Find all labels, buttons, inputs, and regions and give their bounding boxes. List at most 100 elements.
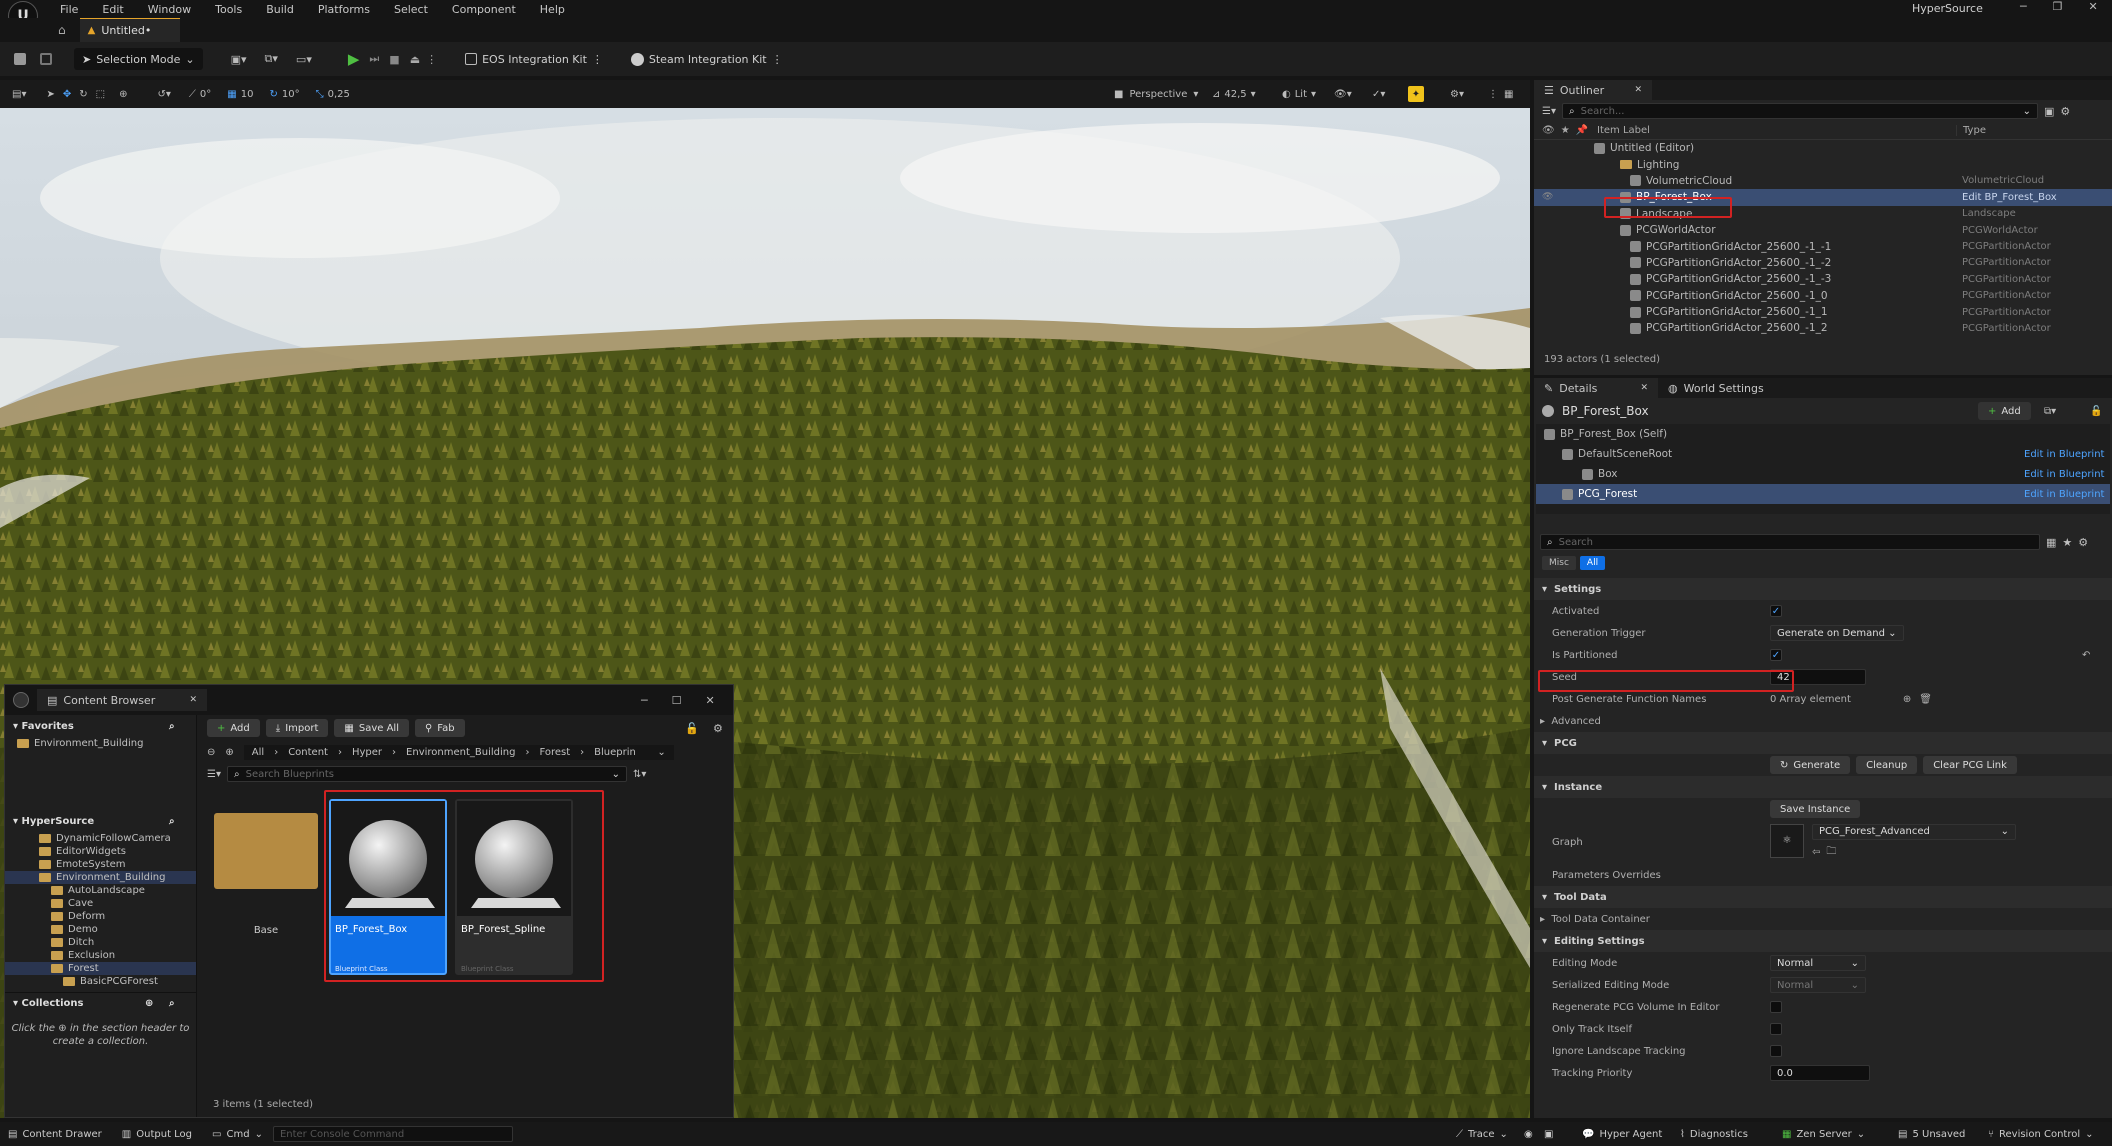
selection-mode-button[interactable]: ➤ Selection Mode ⌄ xyxy=(74,48,203,70)
path-segment[interactable]: Environment_Building xyxy=(406,747,515,758)
section-pcg[interactable]: ▾ PCG xyxy=(1534,732,2112,754)
path-segment[interactable]: Forest xyxy=(539,747,570,758)
clear-pcg-link-button[interactable]: Clear PCG Link xyxy=(1923,756,2017,774)
play-icon[interactable]: ▶ xyxy=(348,50,360,68)
graph-thumbnail-icon[interactable]: ⚛ xyxy=(1770,823,1804,858)
viewport-more-icon[interactable]: ⋮ xyxy=(1488,89,1498,100)
chevron-down-icon[interactable]: ⌄ xyxy=(657,747,665,758)
favorite-item[interactable]: Environment_Building xyxy=(5,737,196,750)
menu-file[interactable]: File xyxy=(60,3,78,16)
outliner-row-type[interactable]: Edit BP_Forest_Box xyxy=(1962,192,2057,203)
filter-icon[interactable]: ☰▾ xyxy=(1542,106,1556,117)
is-partitioned-checkbox[interactable]: ✓ xyxy=(1770,649,1782,661)
path-segment[interactable]: All xyxy=(252,747,264,758)
eject-icon[interactable]: ⏏ xyxy=(410,53,420,66)
perspective-dropdown[interactable]: ■ Perspective ▾ xyxy=(1114,89,1198,100)
folder-tree-item[interactable]: Environment_Building xyxy=(5,871,196,884)
output-log-button[interactable]: ▥ Output Log xyxy=(122,1129,192,1140)
bookmark-star-icon[interactable]: ✦ xyxy=(1408,86,1424,102)
search-icon[interactable]: ⌕ xyxy=(169,721,175,732)
menu-platforms[interactable]: Platforms xyxy=(318,3,370,16)
outliner-row[interactable]: PCGPartitionGridActor_25600_-1_-2 PCGPart… xyxy=(1534,255,2112,271)
scale-icon[interactable]: ⬚ xyxy=(96,89,105,100)
rotate-icon[interactable]: ↻ xyxy=(79,89,87,100)
filter-icon[interactable]: ☰▾ xyxy=(207,769,221,780)
folder-asset[interactable]: Base xyxy=(211,799,321,969)
editing-mode-dropdown[interactable]: Normal ⌄ xyxy=(1770,955,1866,971)
path-segment[interactable]: Hyper xyxy=(352,747,382,758)
scale-snap-icon[interactable]: ⤡ xyxy=(316,89,324,100)
add-actor-icon[interactable]: ▣▾ xyxy=(231,53,247,66)
unsaved-button[interactable]: ▤ 5 Unsaved xyxy=(1898,1129,1965,1140)
menu-help[interactable]: Help xyxy=(540,3,565,16)
edit-in-blueprint-link[interactable]: Edit in Blueprint xyxy=(2024,489,2104,500)
screenshot-icon[interactable]: ▣ xyxy=(1544,1129,1553,1140)
save-instance-button[interactable]: Save Instance xyxy=(1770,800,1861,818)
folder-tree-item[interactable]: Forest xyxy=(5,962,196,975)
tab-details[interactable]: ✎ Details ✕ xyxy=(1534,378,1658,398)
section-editing-settings[interactable]: ▾ Editing Settings xyxy=(1534,930,2112,952)
minimize-icon[interactable]: ─ xyxy=(641,694,648,707)
outliner-row[interactable]: Untitled (Editor) xyxy=(1534,140,2112,156)
sort-icon[interactable]: ⇅▾ xyxy=(633,769,646,780)
outliner-row[interactable]: PCGWorldActor PCGWorldActor xyxy=(1534,222,2112,238)
zen-server-dropdown[interactable]: ▦ Zen Server ⌄ xyxy=(1782,1129,1865,1140)
blueprint-options-icon[interactable]: ⧉▾ xyxy=(2044,406,2056,417)
component-row[interactable]: Box Edit in Blueprint xyxy=(1536,464,2110,484)
lock-icon[interactable]: 🔓 xyxy=(685,722,699,735)
component-row[interactable]: PCG_Forest Edit in Blueprint xyxy=(1536,484,2110,504)
folder-tree-item[interactable]: EditorWidgets xyxy=(5,845,196,858)
visibility-column-icon[interactable]: 👁 xyxy=(1542,125,1555,136)
edit-in-blueprint-link[interactable]: Edit in Blueprint xyxy=(2024,449,2104,460)
component-row[interactable]: DefaultSceneRoot Edit in Blueprint xyxy=(1536,444,2110,464)
settings-icon[interactable]: ⚙ xyxy=(2060,105,2070,118)
folder-tree-item[interactable]: EmoteSystem xyxy=(5,858,196,871)
close-tab-icon[interactable]: ✕ xyxy=(1640,383,1648,393)
surface-snap-icon[interactable]: ↺▾ xyxy=(157,89,170,100)
component-row[interactable]: BP_Forest_Box (Self) xyxy=(1536,424,2110,444)
outliner-row[interactable]: VolumetricCloud VolumetricCloud xyxy=(1534,173,2112,189)
menu-component[interactable]: Component xyxy=(452,3,516,16)
add-element-icon[interactable]: ⊕ xyxy=(1903,694,1911,705)
outliner-row[interactable]: Lighting xyxy=(1534,156,2112,172)
prop-tool-data-container[interactable]: ▸ Tool Data Container xyxy=(1534,908,2112,930)
tab-world-settings[interactable]: ◍ World Settings xyxy=(1658,378,1774,398)
add-button[interactable]: + Add xyxy=(207,719,260,737)
edit-in-blueprint-link[interactable]: Edit in Blueprint xyxy=(2024,469,2104,480)
use-selected-icon[interactable]: ⇦ xyxy=(1812,847,1820,858)
maximize-icon[interactable]: ❐ xyxy=(2053,0,2063,13)
hyper-agent-button[interactable]: 💬 Hyper Agent xyxy=(1582,1129,1662,1140)
generation-trigger-dropdown[interactable]: Generate on Demand ⌄ xyxy=(1770,625,1904,641)
serialized-editing-mode-dropdown[interactable]: Normal ⌄ xyxy=(1770,977,1866,993)
details-search-input[interactable]: ⌕ Search xyxy=(1540,534,2040,550)
realtime-icon[interactable]: ✓▾ xyxy=(1372,89,1385,100)
add-component-button[interactable]: + Add xyxy=(1978,402,2031,420)
outliner-row[interactable]: PCGPartitionGridActor_25600_-1_1 PCGParti… xyxy=(1534,304,2112,320)
blueprint-icon[interactable]: ⧉▾ xyxy=(265,52,278,66)
folder-tree-item[interactable]: AutoLandscape xyxy=(5,884,196,897)
close-tab-icon[interactable]: ✕ xyxy=(1634,85,1642,95)
favorites-star-icon[interactable]: ★ xyxy=(2062,536,2072,549)
menu-window[interactable]: Window xyxy=(148,3,191,16)
folder-tree-item[interactable]: Ditch xyxy=(5,936,196,949)
cmd-dropdown[interactable]: ▭ Cmd ⌄ xyxy=(212,1129,263,1140)
fov-dropdown[interactable]: ⊿ 42,5 ▾ xyxy=(1212,89,1256,100)
graph-asset-dropdown[interactable]: PCG_Forest_Advanced ⌄ xyxy=(1812,823,2016,840)
viewport-layout-icon[interactable]: ▦ xyxy=(1504,89,1513,100)
cinematics-icon[interactable]: ▭▾ xyxy=(296,53,312,66)
settings-icon[interactable]: ⚙ xyxy=(713,722,723,735)
asset-search-input[interactable]: ⌕ Search Blueprints ⌄ xyxy=(226,766,627,782)
lock-icon[interactable]: 🔓 xyxy=(2090,406,2102,417)
folder-tree-item[interactable]: Deform xyxy=(5,910,196,923)
favorite-column-icon[interactable]: ★ xyxy=(1561,125,1570,136)
menu-edit[interactable]: Edit xyxy=(102,3,123,16)
trace-dropdown[interactable]: ⟋ Trace ⌄ xyxy=(1456,1129,1508,1140)
outliner-search-input[interactable]: ⌕ Search... ⌄ xyxy=(1561,103,2038,119)
add-folder-icon[interactable]: ▣ xyxy=(2044,105,2054,118)
fab-button[interactable]: ⚲ Fab xyxy=(414,719,465,737)
folder-tree-item[interactable]: Demo xyxy=(5,923,196,936)
property-matrix-icon[interactable]: ▦ xyxy=(2046,536,2056,549)
record-icon[interactable]: ◉ xyxy=(1524,1129,1533,1140)
menu-build[interactable]: Build xyxy=(266,3,294,16)
ignore-landscape-checkbox[interactable] xyxy=(1770,1045,1782,1057)
